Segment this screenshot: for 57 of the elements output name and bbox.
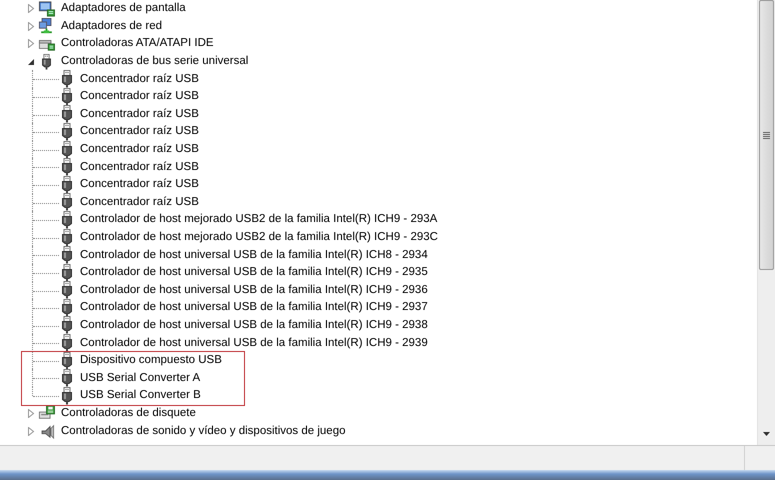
usb-plug-icon <box>61 176 73 194</box>
device-item[interactable]: Controlador de host universal USB de la familia Intel(R) ICH8 - 2934 <box>80 248 428 262</box>
device-item[interactable]: USB Serial Converter A <box>80 372 200 385</box>
device-item[interactable]: Concentrador raíz USB <box>80 160 199 174</box>
category-item[interactable]: Controladoras de disquete <box>61 406 196 420</box>
device-item[interactable]: USB Serial Converter B <box>80 389 201 402</box>
usb-plug-icon <box>61 369 73 388</box>
device-item[interactable]: Dispositivo compuesto USB <box>80 354 222 368</box>
device-item[interactable]: Concentrador raíz USB <box>80 90 199 104</box>
device-item[interactable]: Controlador de host universal USB de la familia Intel(R) ICH9 - 2938 <box>80 318 428 332</box>
device-item[interactable]: Controlador de host universal USB de la familia Intel(R) ICH9 - 2939 <box>80 336 428 350</box>
floppy-card-icon <box>38 405 55 422</box>
collapse-icon[interactable] <box>27 58 35 66</box>
expand-icon[interactable] <box>27 408 35 418</box>
usb-plug-icon <box>61 228 73 247</box>
category-item[interactable]: Controladoras de bus serie universal <box>61 55 248 68</box>
expand-icon[interactable] <box>27 4 35 14</box>
expand-icon[interactable] <box>27 39 35 48</box>
category-item[interactable]: Controladoras ATA/ATAPI IDE <box>61 37 214 50</box>
scroll-down-icon[interactable] <box>763 432 770 436</box>
device-item[interactable]: Concentrador raíz USB <box>80 72 199 86</box>
usb-plug-icon <box>61 281 73 300</box>
usb-plug-icon <box>61 105 73 124</box>
usb-plug-icon <box>61 316 73 334</box>
scrollbar[interactable] <box>757 0 775 445</box>
device-item[interactable]: Concentrador raíz USB <box>80 108 199 121</box>
usb-plug-icon <box>61 158 73 176</box>
expand-icon[interactable] <box>27 22 35 31</box>
usb-plug-icon <box>61 210 73 229</box>
device-item[interactable]: Controlador de host universal USB de la familia Intel(R) ICH9 - 2935 <box>80 266 428 280</box>
expand-icon[interactable] <box>27 426 35 436</box>
usb-plug-icon <box>61 334 73 352</box>
category-item[interactable]: Adaptadores de pantalla <box>61 2 186 16</box>
category-item[interactable]: Controladoras de sonido y vídeo y dispositivos de juego <box>61 424 346 438</box>
usb-plug-icon <box>61 122 73 141</box>
usb-plug-icon <box>61 193 73 212</box>
device-item[interactable]: Concentrador raíz USB <box>80 196 199 209</box>
device-item[interactable]: Concentrador raíz USB <box>80 125 199 138</box>
device-item[interactable]: Concentrador raíz USB <box>80 143 199 156</box>
usb-plug-icon <box>61 264 73 282</box>
monitor-card-icon <box>38 0 55 17</box>
usb-plug-icon <box>61 246 73 264</box>
grip-icon <box>763 132 770 138</box>
usb-plug-icon <box>61 140 73 159</box>
usb-plug-icon <box>61 70 73 88</box>
device-item[interactable]: Controlador de host mejorado USB2 de la familia Intel(R) ICH9 - 293C <box>80 231 438 244</box>
device-item[interactable]: Concentrador raíz USB <box>80 178 199 192</box>
usb-plug-icon <box>61 88 73 106</box>
category-item[interactable]: Adaptadores de red <box>61 20 162 33</box>
device-item[interactable]: Controlador de host universal USB de la familia Intel(R) ICH9 - 2937 <box>80 301 428 314</box>
usb-plug-icon <box>61 386 73 405</box>
usb-plug-icon <box>61 298 73 317</box>
scroll-thumb[interactable] <box>759 0 774 270</box>
usb-plug-icon <box>61 352 73 370</box>
device-item[interactable]: Controlador de host mejorado USB2 de la familia Intel(R) ICH9 - 293A <box>80 213 438 226</box>
network-icon <box>38 18 55 34</box>
device-item[interactable]: Controlador de host universal USB de la familia Intel(R) ICH9 - 2936 <box>80 284 428 297</box>
